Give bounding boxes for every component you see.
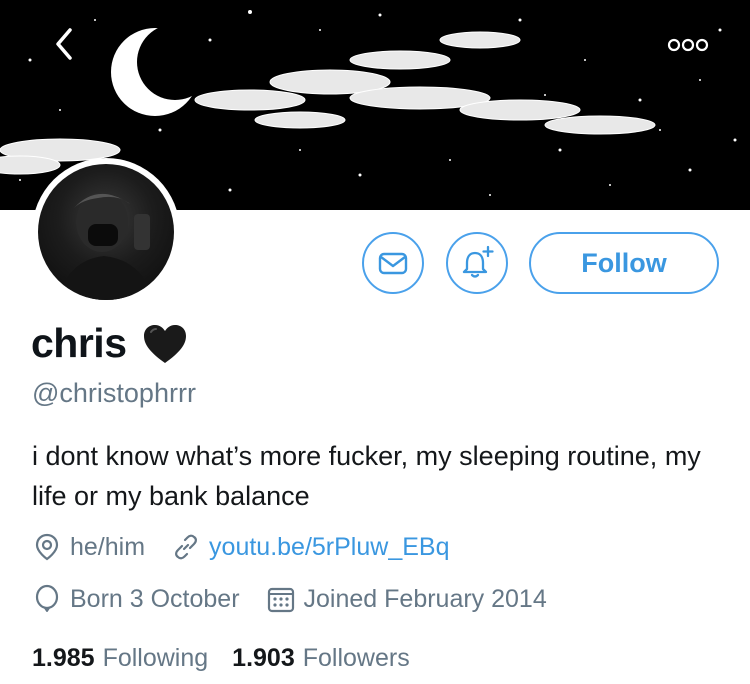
calendar-icon bbox=[267, 587, 294, 613]
followers-link[interactable]: 1.903 Followers bbox=[232, 644, 410, 673]
notifications-button[interactable] bbox=[446, 232, 508, 294]
display-name: chris bbox=[31, 320, 127, 366]
following-label: Following bbox=[102, 644, 209, 672]
joined-text: Joined February 2014 bbox=[303, 584, 547, 613]
chevron-left-icon bbox=[56, 28, 72, 60]
follow-stats: 1.985 Following 1.903 Followers bbox=[32, 644, 434, 673]
more-horizontal-icon bbox=[667, 38, 709, 52]
profile-meta-row: he/him youtu.be/5rPluw_EBq bbox=[32, 532, 475, 562]
joined-item: Joined February 2014 bbox=[266, 584, 547, 614]
website-link[interactable]: youtu.be/5rPluw_EBq bbox=[209, 533, 449, 562]
bell-plus-icon bbox=[462, 245, 494, 278]
envelope-icon bbox=[378, 252, 408, 275]
avatar[interactable] bbox=[32, 158, 180, 306]
location-item: he/him bbox=[32, 532, 145, 562]
avatar-photo bbox=[38, 164, 174, 300]
back-button[interactable] bbox=[44, 22, 84, 66]
following-count: 1.985 bbox=[32, 644, 95, 672]
website-item[interactable]: youtu.be/5rPluw_EBq bbox=[171, 532, 449, 562]
followers-count: 1.903 bbox=[232, 644, 295, 672]
link-icon bbox=[175, 534, 198, 560]
profile-meta-row: Born 3 October Joined February 2014 bbox=[32, 584, 573, 614]
black-heart-icon bbox=[143, 324, 186, 363]
location-text: he/him bbox=[70, 532, 146, 561]
more-options-button[interactable] bbox=[660, 28, 716, 62]
location-pin-icon bbox=[35, 533, 59, 561]
birthday-item: Born 3 October bbox=[32, 584, 240, 614]
follow-button[interactable]: Follow bbox=[529, 232, 719, 294]
message-button[interactable] bbox=[362, 232, 424, 294]
birthday-text: Born 3 October bbox=[70, 584, 240, 613]
followers-label: Followers bbox=[302, 644, 410, 672]
handle: @christophrrr bbox=[32, 378, 196, 408]
balloon-icon bbox=[35, 584, 59, 612]
profile-name-row: chris bbox=[31, 320, 189, 367]
bio: i dont know what’s more fucker, my sleep… bbox=[32, 441, 701, 511]
following-link[interactable]: 1.985 Following bbox=[32, 644, 208, 673]
